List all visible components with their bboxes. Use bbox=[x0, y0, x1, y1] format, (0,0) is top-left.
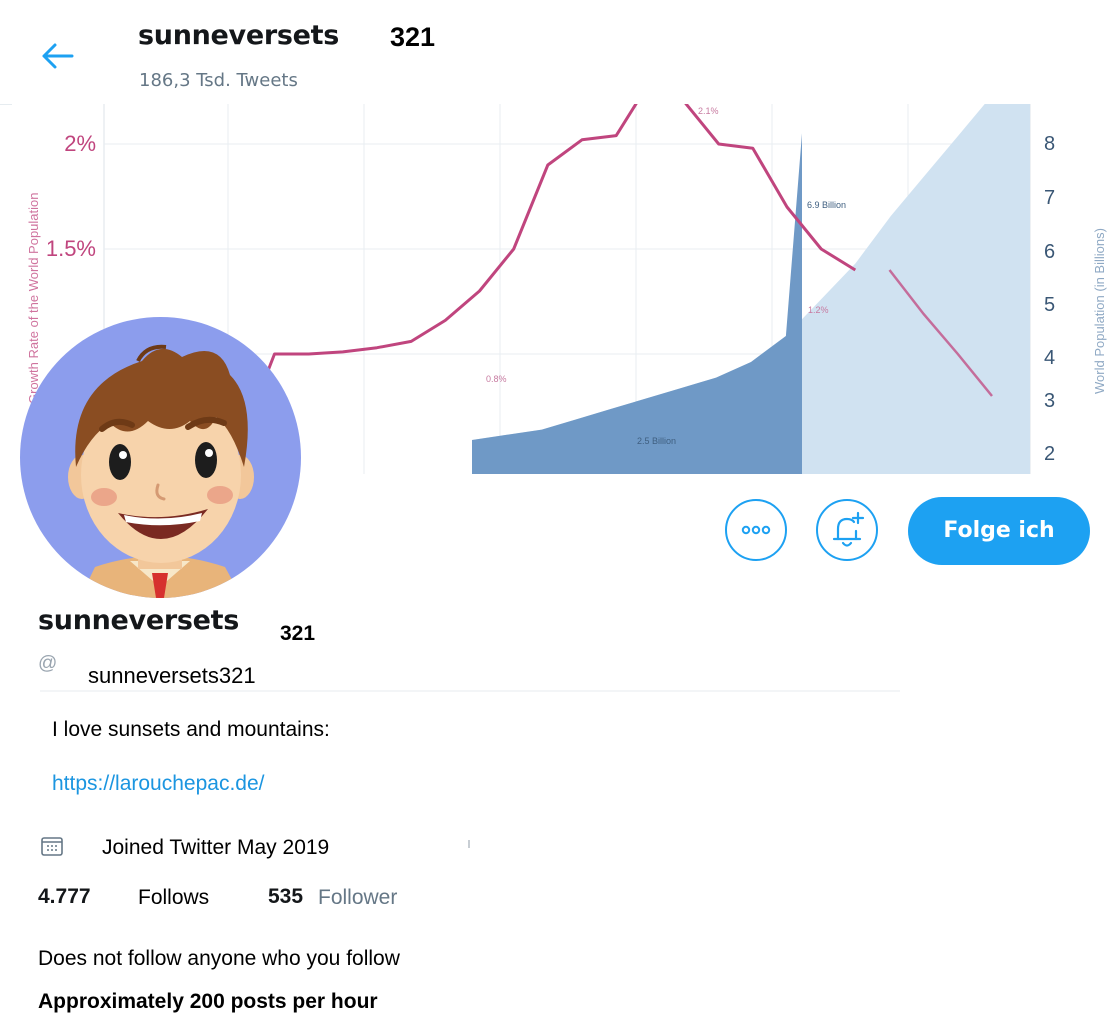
right-axis-title: World Population (in Billions) bbox=[1092, 228, 1107, 394]
notifications-button[interactable] bbox=[816, 499, 878, 561]
following-button[interactable]: Folge ich bbox=[908, 497, 1090, 565]
right-tick-label: 6 bbox=[1044, 241, 1055, 263]
more-options-button[interactable] bbox=[725, 499, 787, 561]
profile-name-suffix: 321 bbox=[280, 622, 316, 645]
chart-annotation: 0.8% bbox=[486, 374, 507, 384]
header-display-name: sunneversets bbox=[138, 20, 340, 51]
right-tick-label: 7 bbox=[1044, 187, 1055, 209]
left-tick-label: 1.5% bbox=[46, 236, 96, 261]
cartoon-boy-avatar-icon bbox=[68, 344, 254, 598]
profile-display-name: sunneversets bbox=[38, 605, 240, 636]
right-tick-label: 8 bbox=[1044, 133, 1055, 155]
chart-annotation: 6.9 Billion bbox=[807, 200, 846, 210]
right-tick-label: 3 bbox=[1044, 390, 1055, 412]
left-tick-label: 2% bbox=[64, 131, 96, 156]
profile-joined-date: Joined Twitter May 2019 bbox=[102, 836, 330, 859]
population-history-area bbox=[472, 133, 802, 474]
right-tick-label: 2 bbox=[1044, 443, 1055, 465]
handle-divider bbox=[40, 690, 900, 692]
right-tick-label: 4 bbox=[1044, 347, 1055, 369]
right-tick-label: 5 bbox=[1044, 294, 1055, 316]
handle-at-symbol: @ bbox=[38, 653, 58, 674]
back-arrow-icon[interactable] bbox=[38, 36, 78, 76]
header-name-suffix: 321 bbox=[390, 22, 436, 52]
mutual-followers-note: Does not follow anyone who you follow bbox=[38, 947, 400, 970]
bell-plus-icon bbox=[832, 511, 865, 547]
stray-mark bbox=[468, 840, 470, 848]
posting-rate-note: Approximately 200 posts per hour bbox=[38, 990, 378, 1013]
profile-bio: I love sunsets and mountains: bbox=[52, 718, 330, 741]
profile-avatar[interactable] bbox=[20, 317, 301, 598]
right-axis-ticks: 8 7 6 5 4 3 2 bbox=[1044, 133, 1055, 465]
chart-annotation: 2.5 Billion bbox=[637, 436, 676, 446]
more-dots-icon bbox=[741, 525, 771, 535]
profile-handle: sunneversets321 bbox=[88, 663, 256, 688]
chart-annotation: 2.1% bbox=[698, 106, 719, 116]
following-label[interactable]: Follows bbox=[138, 886, 209, 910]
calendar-icon bbox=[41, 837, 63, 856]
followers-count[interactable]: 535 bbox=[268, 885, 303, 909]
followers-label[interactable]: Follower bbox=[318, 886, 397, 910]
following-count[interactable]: 4.777 bbox=[38, 885, 91, 909]
profile-website-link[interactable]: https://larouchepac.de/ bbox=[52, 772, 264, 796]
chart-annotation: 1.2% bbox=[808, 305, 829, 315]
header-tweet-count: 186,3 Tsd. Tweets bbox=[139, 70, 298, 91]
